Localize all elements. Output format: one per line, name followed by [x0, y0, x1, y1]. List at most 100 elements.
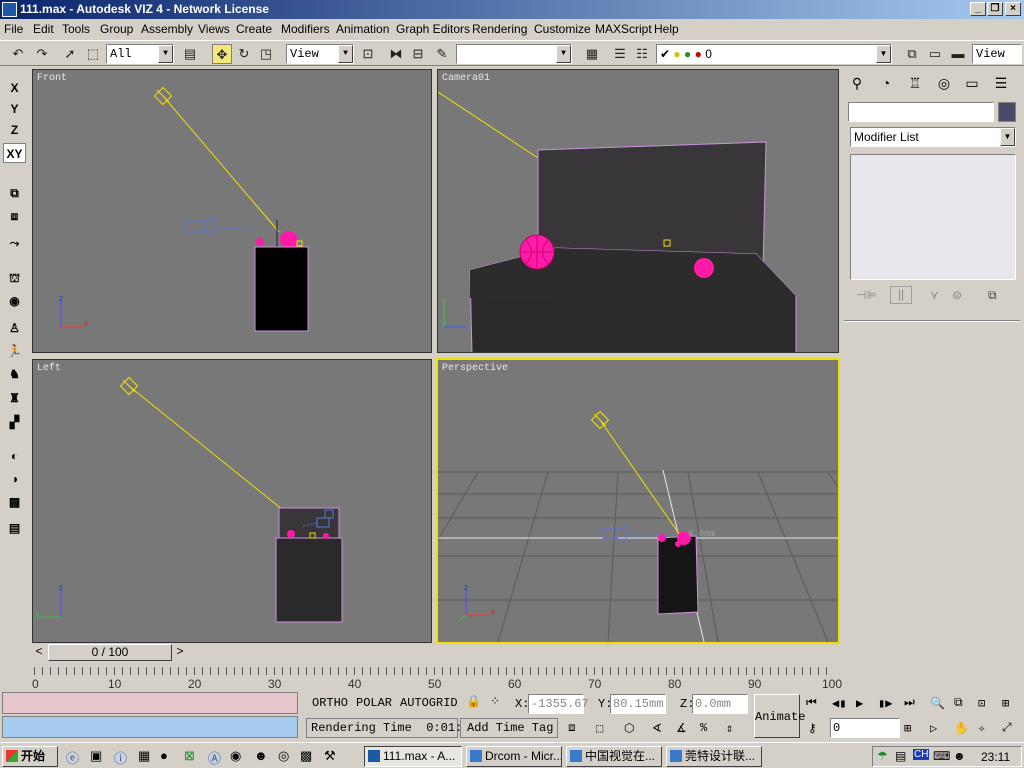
web-icon[interactable]: ◎ [278, 748, 289, 764]
align-icon[interactable]: ⊟ [408, 44, 428, 64]
desktop-icon[interactable]: ▣ [90, 748, 102, 764]
redo-icon[interactable]: ↷ [32, 44, 52, 64]
render-type-icon[interactable]: ▬ [948, 44, 968, 64]
absolute-mode-icon[interactable]: ⁘ [490, 694, 500, 709]
maxscript-listener-pink[interactable] [2, 692, 298, 714]
goto-end-icon[interactable]: ⏭ [904, 696, 915, 710]
zoom-icon[interactable]: 🔍 [930, 696, 945, 711]
umbrella-icon[interactable]: ☂ [877, 749, 888, 763]
maxscript-listener-blue[interactable] [2, 716, 298, 738]
select-by-name-icon[interactable]: ▤ [180, 44, 200, 64]
render-view-field[interactable]: View [972, 44, 1022, 64]
menu-edit[interactable]: Edit [33, 22, 54, 36]
goto-start-icon[interactable]: ⏮ [806, 696, 817, 710]
prev-frame-icon[interactable]: ◀▮ [832, 696, 846, 711]
make-unique-icon[interactable]: ⋎ [930, 288, 939, 302]
utilities-tab-icon[interactable]: ☰ [988, 72, 1014, 94]
pivot-center-icon[interactable]: ⊡ [358, 44, 378, 64]
pin-stack-icon[interactable]: ⊣⊫ [856, 288, 877, 302]
array-icon[interactable]: ▞ [3, 412, 26, 432]
object-name-input[interactable] [848, 102, 994, 122]
track-bar[interactable]: 0 10 20 30 40 50 60 70 80 90 100 [30, 663, 842, 691]
selection-region-icon[interactable]: ⬚ [596, 721, 603, 736]
viewport-perspective[interactable]: Perspective 0.0mm zx [436, 358, 840, 644]
menu-modifiers[interactable]: Modifiers [281, 22, 330, 36]
tools-icon[interactable]: ⚒ [324, 748, 336, 764]
task-chinavisual[interactable]: 中国视觉在... [566, 746, 662, 767]
menu-graph-editors[interactable]: Graph Editors [396, 22, 470, 36]
info-icon[interactable]: ⓘ [114, 748, 127, 767]
link-icon[interactable]: ⧉ [3, 183, 26, 203]
camera-tool-icon[interactable]: ⛫ [3, 268, 26, 288]
shade-flat-icon[interactable]: ◑ [3, 469, 26, 489]
orbit-icon[interactable]: ✧ [978, 721, 985, 736]
modify-tab-icon[interactable]: ◔ [873, 72, 899, 94]
chevron-right-icon[interactable]: > [173, 644, 187, 661]
snapshot-icon[interactable]: ♜ [3, 388, 26, 408]
object-color-swatch[interactable] [998, 102, 1016, 122]
menu-views[interactable]: Views [198, 22, 230, 36]
show-end-result-icon[interactable]: || [890, 286, 912, 304]
cube-icon[interactable]: ⬡ [624, 721, 634, 736]
snap-3d-icon[interactable]: ∢ [652, 721, 662, 736]
ortho-toggle[interactable]: ORTHO [312, 696, 348, 710]
walk-icon[interactable]: ♙ [3, 318, 26, 338]
keyboard-icon[interactable]: ⌨ [933, 749, 950, 763]
menu-group[interactable]: Group [100, 22, 133, 36]
mirror-icon[interactable]: ⧓ [386, 44, 406, 64]
monitor-icon[interactable]: ▤ [895, 749, 906, 763]
minimize-button[interactable]: _ [970, 2, 986, 16]
percent-snap-icon[interactable]: % [700, 721, 707, 735]
spinner-snap-icon[interactable]: ⇕ [726, 721, 733, 736]
menu-rendering[interactable]: Rendering [472, 22, 527, 36]
menu-create[interactable]: Create [236, 22, 272, 36]
menu-tools[interactable]: Tools [62, 22, 90, 36]
layer-dropdown[interactable]: ✔ ● ● ● 0 ▼ [656, 44, 892, 64]
unlink-icon[interactable]: ⧈ [3, 206, 26, 226]
maximize-viewport-icon[interactable]: ⤢ [1002, 721, 1012, 735]
excel-icon[interactable]: ⊠ [184, 748, 195, 764]
motion-tab-icon[interactable]: ◎ [931, 72, 957, 94]
restore-button[interactable]: ❐ [987, 2, 1003, 16]
axis-x-button[interactable]: X [3, 78, 26, 98]
named-selection-dropdown[interactable]: ▼ [456, 44, 572, 64]
named-selection-icon[interactable]: ✎ [432, 44, 452, 64]
qq-icon[interactable]: ● [160, 748, 168, 763]
menu-customize[interactable]: Customize [534, 22, 591, 36]
field-of-view-icon[interactable]: ▷ [930, 721, 937, 736]
axis-z-button[interactable]: Z [3, 120, 26, 140]
x-coordinate-field[interactable]: -1355.67 [528, 694, 589, 714]
viewport-left[interactable]: Left zy [32, 359, 432, 643]
add-time-tag-button[interactable]: Add Time Tag [460, 718, 558, 738]
graph-editor-icon[interactable]: ▦ [582, 44, 602, 64]
y-coordinate-field[interactable]: 80.15mm [610, 694, 666, 714]
qq-tray-icon[interactable]: ☻ [953, 749, 966, 763]
render-scene-icon[interactable]: ⧉ [902, 44, 922, 64]
animate-button[interactable]: Animate [754, 694, 805, 738]
media-icon[interactable]: ◉ [230, 748, 241, 764]
selection-lock-icon[interactable]: ⧈ [568, 721, 576, 735]
z-coordinate-field[interactable]: 0.0mm [692, 694, 748, 714]
rotate-icon[interactable]: ↻ [234, 44, 254, 64]
key-mode-icon[interactable]: ⚷ [808, 721, 817, 736]
app-icon[interactable] [2, 2, 17, 17]
viewport-front[interactable]: Front zx [32, 69, 432, 353]
menu-assembly[interactable]: Assembly [141, 22, 193, 36]
person-icon[interactable]: ☻ [254, 748, 268, 763]
close-button[interactable]: × [1005, 2, 1021, 16]
display-tab-icon[interactable]: ▭ [959, 72, 985, 94]
quick-render-icon[interactable]: ▭ [925, 44, 945, 64]
shade-smooth-icon[interactable]: ◐ [3, 446, 26, 466]
object-icon[interactable]: ◉ [3, 291, 26, 311]
create-tab-icon[interactable]: ⚲ [844, 72, 870, 94]
max-icon[interactable]: ▩ [300, 748, 312, 764]
menu-help[interactable]: Help [654, 22, 679, 36]
image-icon[interactable]: ▦ [138, 748, 150, 764]
select-region-icon[interactable]: ⬚ [83, 44, 103, 64]
next-frame-icon[interactable]: ▮▶ [878, 696, 892, 711]
axis-xy-button[interactable]: XY [3, 143, 26, 163]
menu-file[interactable]: File [4, 22, 23, 36]
modifier-list-dropdown[interactable]: Modifier List ▼ [850, 127, 1016, 147]
configure-modifier-sets-icon[interactable]: ⧉ [988, 288, 997, 303]
remove-modifier-icon[interactable]: ⊜ [952, 288, 962, 302]
